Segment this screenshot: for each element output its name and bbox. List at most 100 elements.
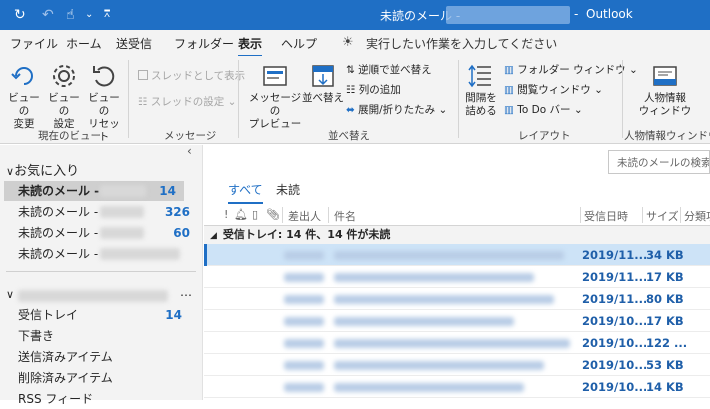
folder-label: 送信済みアイテム (18, 350, 113, 364)
tab-view[interactable]: 表示 (238, 35, 263, 57)
received-date: 2019/10... (582, 336, 646, 350)
folder-pane-button[interactable]: ▥ フォルダー ウィンドウ ⌄ (504, 62, 638, 78)
message-row[interactable]: 2019/10... 14 KB (204, 376, 710, 398)
tab-home[interactable]: ホーム (66, 35, 102, 52)
tab-folder[interactable]: フォルダー (174, 35, 234, 52)
favorite-item-unread-1[interactable]: 未読のメール - 14 (4, 181, 184, 201)
touch-mode-icon[interactable]: ☝ (66, 6, 75, 24)
redacted-account (18, 290, 168, 302)
people-pane-button[interactable]: 人物情報 ウィンドウ (636, 62, 694, 118)
unread-count: 14 (165, 308, 182, 322)
reverse-sort-label: 逆順で並べ替え (358, 64, 432, 76)
folder-drafts[interactable]: 下書き (18, 326, 198, 346)
tab-send-receive[interactable]: 送受信 (116, 35, 152, 52)
folder-sent-items[interactable]: 送信済みアイテム (18, 347, 198, 367)
icon-column-icon[interactable]: ▯ (252, 208, 258, 221)
column-header: ! 🔔︎ ▯ 📎︎ 差出人 件名 受信日時 サイズ 分類項 (204, 204, 710, 226)
folder-label: RSS フィード (18, 392, 94, 406)
chevron-down-icon: ∨ (6, 288, 15, 301)
redacted-subject (334, 273, 534, 282)
tell-me-search[interactable]: 実行したい作業を入力してください (366, 35, 557, 52)
touch-mode-dropdown-icon[interactable]: ⌄ (85, 6, 93, 24)
column-category[interactable]: 分類項 (684, 208, 710, 224)
search-input[interactable]: 未読のメールの検索 (608, 150, 710, 174)
folder-rss-feeds[interactable]: RSS フィード (18, 389, 198, 409)
spacing-icon (468, 64, 491, 88)
customize-toolbar-icon[interactable]: ⩞ (104, 6, 110, 24)
redacted-account (100, 206, 144, 218)
attachment-column-icon[interactable]: 📎︎ (266, 208, 280, 221)
column-subject[interactable]: 件名 (334, 208, 356, 224)
message-row[interactable]: 2019/11... 34 KB (204, 244, 710, 266)
view-settings-button[interactable]: ビューの 設定 (44, 62, 84, 131)
importance-column-icon[interactable]: ! (224, 208, 228, 221)
group-header-inbox[interactable]: ◢ 受信トレイ: 14 件、14 件が未読 (204, 226, 710, 244)
column-from[interactable]: 差出人 (288, 208, 321, 224)
lightbulb-icon: ☀ (342, 35, 354, 50)
message-row[interactable]: 2019/10... 17 KB (204, 310, 710, 332)
conversation-settings-label: スレッドの設定 (150, 96, 225, 108)
reverse-sort-button[interactable]: ⇅ 逆順で並べ替え (346, 62, 432, 78)
message-preview-button[interactable]: メッセージの プレビュー (244, 62, 306, 131)
favorite-item-label: 未読のメール - (18, 184, 100, 198)
received-date: 2019/11... (582, 248, 646, 262)
add-columns-icon: ☷ (346, 84, 359, 96)
spacing-button[interactable]: 間隔を 詰める (462, 62, 500, 118)
arrange-by-label: 並べ替え (302, 92, 344, 104)
group-label-layout: レイアウト (518, 130, 571, 142)
send-receive-icon[interactable]: ↻ (14, 6, 26, 24)
column-size[interactable]: サイズ (646, 208, 679, 224)
group-label-current-view: 現在のビュー (38, 130, 101, 142)
received-date: 2019/11... (582, 270, 646, 284)
folder-inbox[interactable]: 受信トレイ 14 (18, 305, 198, 325)
chevron-down-icon: ⌄ (224, 96, 237, 108)
message-row[interactable]: 2019/11... 17 KB (204, 266, 710, 288)
message-row[interactable]: 2019/10... 122 ... (204, 332, 710, 354)
filter-tab-unread[interactable]: 未読 (276, 181, 300, 198)
arrange-by-button[interactable]: 並べ替え (300, 62, 346, 105)
change-view-icon (11, 67, 33, 85)
folder-label: 下書き (18, 329, 55, 343)
message-row[interactable]: 2019/11... 80 KB (204, 288, 710, 310)
redacted-subject (334, 295, 554, 304)
reminder-column-icon[interactable]: 🔔︎ (234, 208, 248, 221)
favorites-header[interactable]: ∨お気に入り (6, 160, 79, 179)
folder-label: 受信トレイ (18, 308, 79, 322)
group-header-label: 受信トレイ: 14 件、14 件が未読 (222, 228, 391, 241)
add-columns-button[interactable]: ☷ 列の追加 (346, 82, 401, 98)
received-date: 2019/11... (582, 292, 646, 306)
reading-pane-button[interactable]: ▥ 閲覧ウィンドウ ⌄ (504, 82, 603, 98)
group-label-messages: メッセージ (164, 130, 217, 142)
redacted-sender (284, 251, 324, 260)
tab-file[interactable]: ファイル (10, 35, 58, 52)
collapse-pane-icon[interactable]: ‹ (187, 144, 192, 158)
message-row[interactable]: 2019/10... 53 KB (204, 354, 710, 376)
tab-help[interactable]: ヘルプ (281, 35, 317, 52)
redacted-sender (284, 295, 324, 304)
gear-icon (53, 65, 75, 87)
checkbox-icon (138, 70, 148, 80)
change-view-button[interactable]: ビューの 変更 (6, 62, 42, 131)
show-as-conversations-checkbox[interactable]: スレッドとして表示 (138, 68, 245, 84)
redacted-subject (334, 317, 514, 326)
filter-tab-all[interactable]: すべて (228, 181, 263, 204)
app-name: Outlook (586, 7, 633, 21)
received-date: 2019/10... (582, 380, 646, 394)
unread-count: 326 (164, 205, 190, 219)
column-received[interactable]: 受信日時 (584, 208, 628, 224)
redacted-account-name (446, 6, 570, 24)
conversation-settings-button[interactable]: ☷ スレッドの設定 ⌄ (138, 94, 236, 110)
expand-collapse-button[interactable]: ⬌ 展開/折りたたみ ⌄ (346, 102, 447, 118)
column-separator (328, 207, 329, 223)
message-size: 34 KB (646, 248, 684, 262)
account-more-icon[interactable]: … (180, 285, 192, 299)
redacted-account (100, 185, 146, 197)
redacted-sender (284, 339, 324, 348)
column-separator (680, 207, 681, 223)
reading-pane-label: 閲覧ウィンドウ (517, 84, 591, 96)
folder-deleted-items[interactable]: 削除済みアイテム (18, 368, 198, 388)
todo-bar-button[interactable]: ▥ To Do バー ⌄ (504, 102, 583, 118)
todo-bar-icon: ▥ (504, 104, 518, 116)
ribbon: ビューの 変更 ビューの 設定 ビューの リセット 現在のビュー スレッドとして… (0, 56, 710, 144)
undo-icon[interactable]: ↶ (42, 6, 54, 24)
